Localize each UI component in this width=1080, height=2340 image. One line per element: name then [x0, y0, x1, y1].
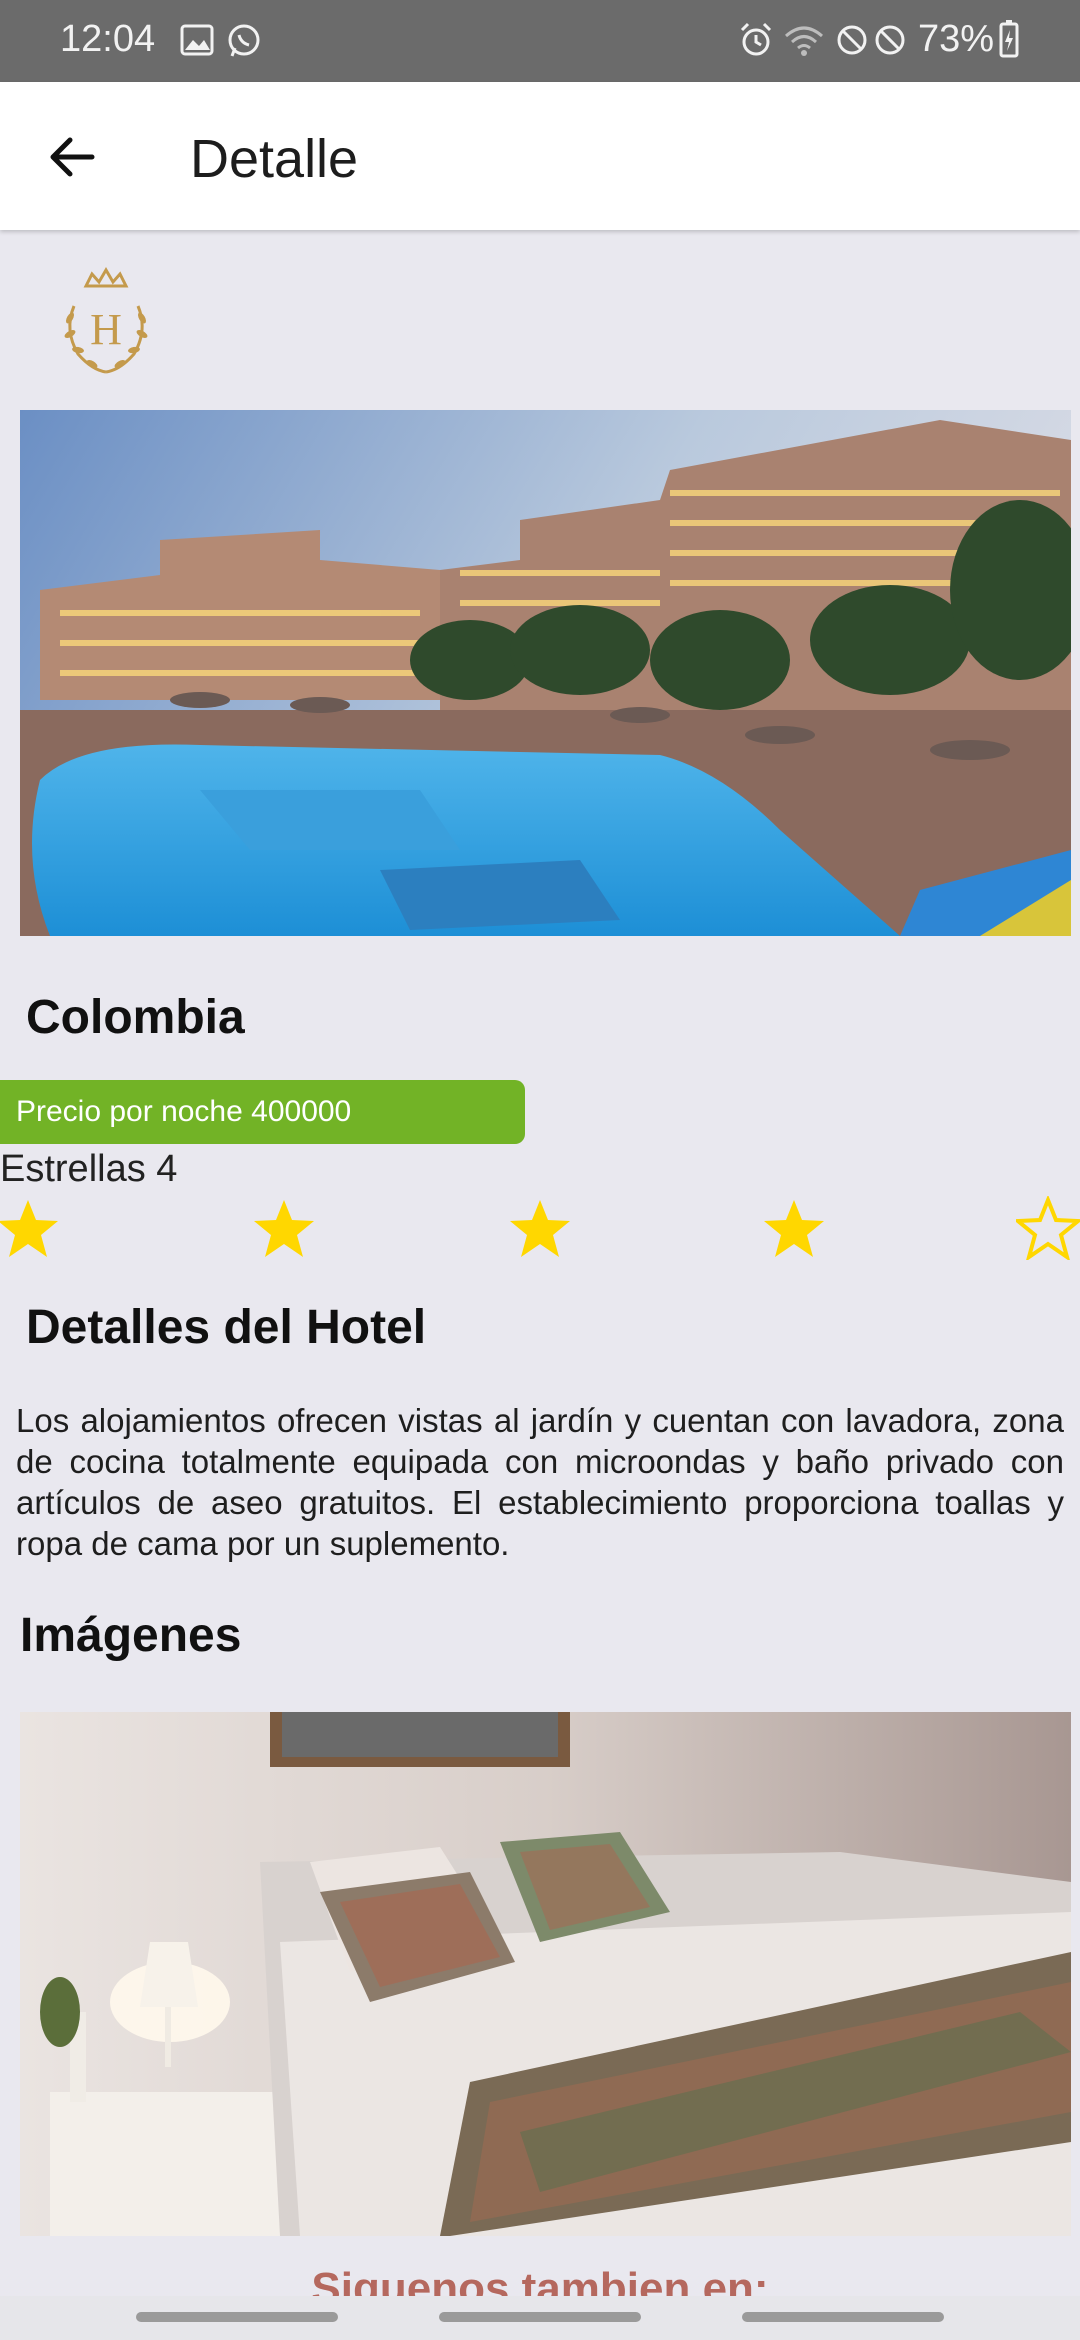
gallery-icon	[180, 24, 214, 56]
hotel-room-image[interactable]	[20, 1712, 1071, 2236]
hotel-logo: H	[64, 267, 148, 374]
battery-percent: 73%	[918, 18, 995, 60]
stars-label: Estrellas 4	[0, 1148, 178, 1190]
hotel-city: Colombia	[26, 991, 245, 1044]
images-title: Imágenes	[20, 1609, 242, 1662]
alarm-icon	[740, 22, 772, 56]
star-filled-icon[interactable]	[252, 1196, 316, 1260]
blocked-icon	[875, 25, 905, 55]
star-rating[interactable]	[0, 1196, 1080, 1266]
star-filled-icon[interactable]	[0, 1196, 60, 1260]
star-empty-icon[interactable]	[1016, 1196, 1080, 1260]
details-title: Detalles del Hotel	[26, 1301, 427, 1354]
logo-letter: H	[90, 305, 122, 354]
battery-charging-icon	[999, 20, 1019, 58]
status-bar: 12:04 73%	[0, 0, 1080, 82]
whatsapp-icon	[228, 24, 260, 57]
nav-recents[interactable]	[136, 2312, 338, 2322]
nav-back[interactable]	[742, 2312, 944, 2322]
hotel-description: Los alojamientos ofrecen vistas al jardí…	[16, 1402, 1064, 1562]
arrow-left-icon[interactable]	[40, 122, 110, 192]
hotel-room-photo	[20, 1712, 1071, 2236]
star-filled-icon[interactable]	[508, 1196, 572, 1260]
page-title: Detalle	[190, 129, 359, 189]
do-not-disturb-icon	[837, 25, 867, 55]
nav-home[interactable]	[439, 2312, 641, 2322]
app-bar: Detalle	[0, 82, 1080, 230]
hotel-pool-photo	[20, 410, 1071, 936]
wifi-icon	[785, 26, 823, 56]
hotel-main-image[interactable]	[20, 410, 1071, 936]
status-time: 12:04	[60, 18, 156, 60]
price-badge: Precio por noche 400000	[0, 1080, 525, 1144]
star-filled-icon[interactable]	[762, 1196, 826, 1260]
system-navigation-bar	[0, 2296, 1080, 2340]
